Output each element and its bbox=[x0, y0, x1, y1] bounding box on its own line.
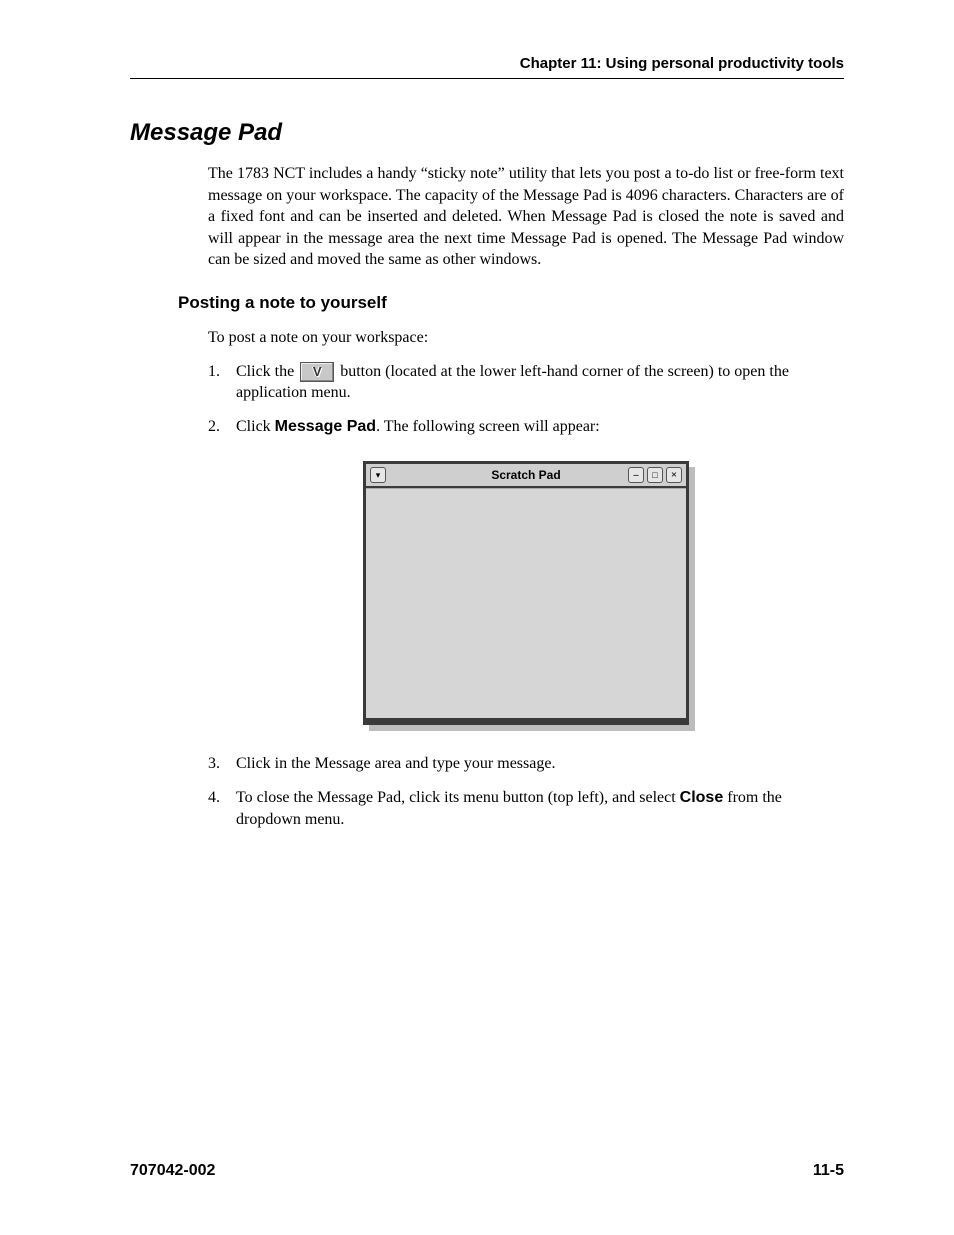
step-4-text-a: To close the Message Pad, click its menu… bbox=[236, 789, 676, 806]
step-1-text-a: Click the bbox=[236, 363, 294, 380]
window-bottom-border bbox=[366, 718, 686, 722]
minimize-button[interactable] bbox=[628, 467, 644, 483]
doc-number: 707042-002 bbox=[130, 1162, 215, 1180]
subsection-heading: Posting a note to yourself bbox=[178, 293, 844, 313]
step-3-number: 3. bbox=[208, 753, 236, 775]
window-menu-button[interactable]: ▾ bbox=[370, 467, 386, 483]
page-footer: 707042-002 11-5 bbox=[130, 1162, 844, 1180]
page-number: 11-5 bbox=[813, 1162, 844, 1180]
step-2-bold: Message Pad bbox=[275, 418, 376, 435]
step-1-number: 1. bbox=[208, 361, 236, 383]
step-2-text-a: Click bbox=[236, 418, 271, 435]
header-rule bbox=[130, 78, 844, 79]
section-title: Message Pad bbox=[130, 119, 844, 147]
scratch-pad-textarea[interactable] bbox=[366, 488, 686, 718]
step-1: 1. Click the button (located at the lowe… bbox=[208, 361, 844, 404]
step-3: 3. Click in the Message area and type yo… bbox=[208, 753, 844, 775]
v-menu-icon bbox=[300, 362, 334, 382]
step-2-number: 2. bbox=[208, 416, 236, 438]
intro-paragraph: The 1783 NCT includes a handy “sticky no… bbox=[208, 163, 844, 271]
step-4-number: 4. bbox=[208, 787, 236, 809]
lead-line: To post a note on your workspace: bbox=[208, 327, 844, 349]
chevron-down-icon: ▾ bbox=[376, 471, 381, 480]
step-3-text: Click in the Message area and type your … bbox=[236, 753, 844, 775]
step-4: 4. To close the Message Pad, click its m… bbox=[208, 787, 844, 830]
running-header: Chapter 11: Using personal productivity … bbox=[130, 55, 844, 78]
scratch-pad-titlebar: ▾ Scratch Pad bbox=[366, 464, 686, 488]
close-button[interactable] bbox=[666, 467, 682, 483]
step-2-text-b: . The following screen will appear: bbox=[376, 418, 600, 435]
maximize-button[interactable] bbox=[647, 467, 663, 483]
scratch-pad-window: ▾ Scratch Pad bbox=[363, 461, 689, 725]
step-2: 2. Click Message Pad. The following scre… bbox=[208, 416, 844, 438]
step-4-bold: Close bbox=[680, 789, 724, 806]
figure-scratch-pad: ▾ Scratch Pad bbox=[208, 461, 844, 725]
